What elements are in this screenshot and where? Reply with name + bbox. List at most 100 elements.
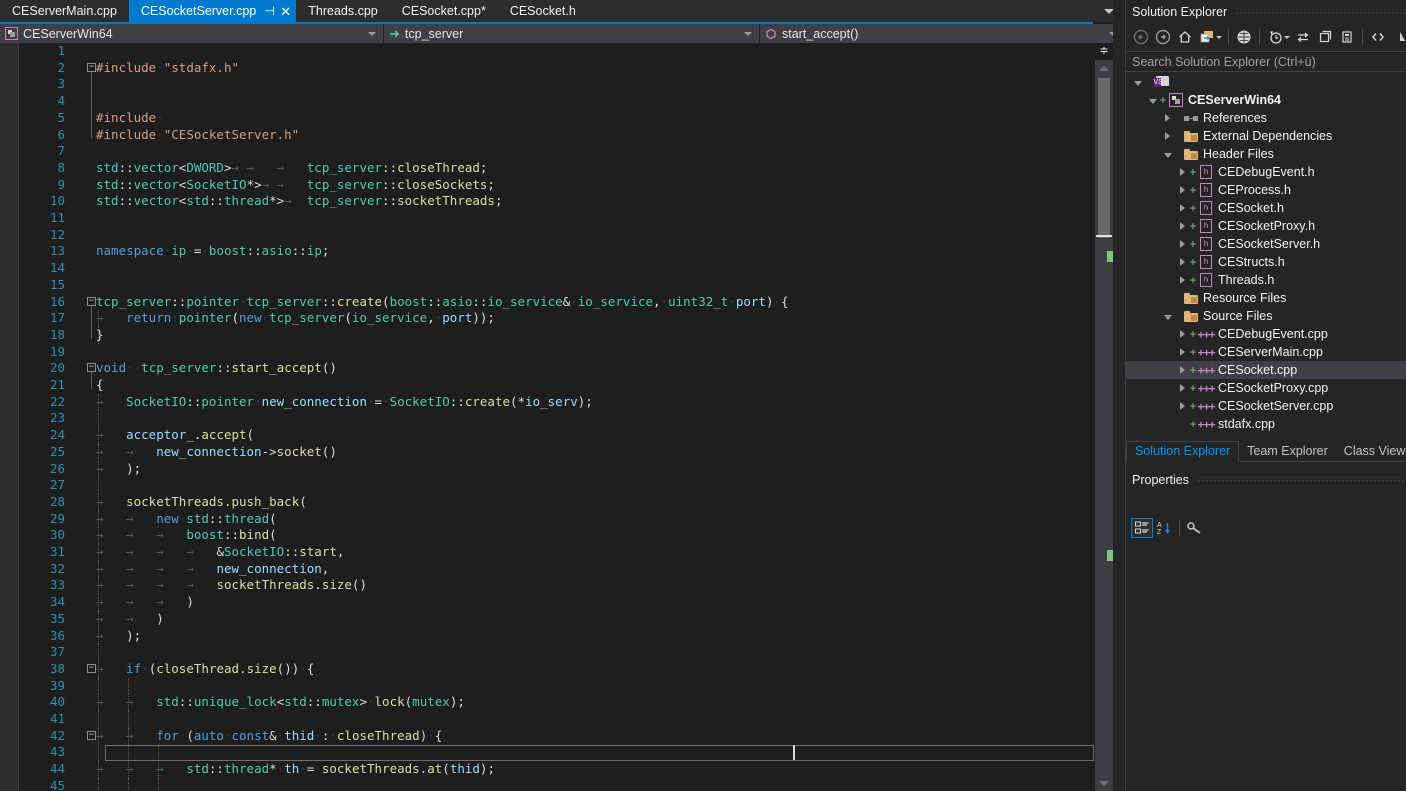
code-line[interactable]: 45 bbox=[23, 778, 1095, 791]
editor-tab[interactable]: Threads.cpp bbox=[296, 0, 389, 22]
properties-window-icon[interactable] bbox=[1336, 26, 1358, 48]
tree-item[interactable]: +hThreads.h bbox=[1126, 271, 1406, 289]
expand-arrow-icon[interactable] bbox=[1177, 204, 1188, 212]
home-icon[interactable] bbox=[1174, 26, 1196, 48]
expand-arrow-icon[interactable] bbox=[1177, 168, 1188, 176]
collapse-region-button[interactable]: − bbox=[87, 63, 96, 72]
code-line[interactable]: 40→ → std::unique_lock<std::mutex>·lock(… bbox=[23, 694, 1095, 711]
navbar-member-dropdown[interactable]: start_accept() bbox=[760, 24, 1125, 43]
code-line[interactable]: 28→ socketThreads.push_back( bbox=[23, 494, 1095, 511]
sync-icon[interactable] bbox=[1292, 26, 1314, 48]
drag-handle-dots[interactable] bbox=[1235, 9, 1406, 15]
view-code-icon[interactable] bbox=[1367, 26, 1389, 48]
code-line[interactable]: 2−#include·"stdafx.h" bbox=[23, 60, 1095, 77]
collapse-all-icon[interactable] bbox=[1314, 26, 1336, 48]
code-line[interactable]: 23 bbox=[23, 410, 1095, 427]
tree-item[interactable]: ++++stdafx.cpp bbox=[1126, 415, 1406, 433]
property-pages-icon[interactable] bbox=[1184, 518, 1206, 538]
code-line[interactable]: 1 bbox=[23, 43, 1095, 60]
code-line[interactable]: 16−tcp_server::pointer·tcp_server::creat… bbox=[23, 294, 1095, 311]
code-line[interactable]: 35→ → ) bbox=[23, 611, 1095, 628]
dock-tab[interactable]: Team Explorer bbox=[1239, 442, 1336, 461]
properties-grid[interactable] bbox=[1126, 543, 1406, 791]
solution-explorer-search[interactable] bbox=[1126, 51, 1406, 72]
expand-arrow-icon[interactable] bbox=[1177, 222, 1188, 230]
tree-item[interactable]: ++++CEServerMain.cpp bbox=[1126, 343, 1406, 361]
tree-item[interactable]: +hCESocketProxy.h bbox=[1126, 217, 1406, 235]
scroll-up-button[interactable] bbox=[1095, 60, 1113, 76]
search-input[interactable] bbox=[1126, 52, 1406, 71]
tree-item[interactable]: VS bbox=[1126, 73, 1406, 91]
history-icon[interactable] bbox=[1264, 26, 1286, 48]
expand-arrow-icon[interactable] bbox=[1177, 330, 1188, 338]
code-line[interactable]: 29→ → new·std::thread( bbox=[23, 511, 1095, 528]
show-all-files-icon[interactable] bbox=[1233, 26, 1255, 48]
code-line[interactable]: 11 bbox=[23, 210, 1095, 227]
code-line[interactable]: 21{ bbox=[23, 377, 1095, 394]
code-line[interactable]: 27 bbox=[23, 477, 1095, 494]
expand-arrow-icon[interactable] bbox=[1162, 132, 1173, 140]
code-line[interactable]: 22→ SocketIO::pointer·new_connection·=·S… bbox=[23, 394, 1095, 411]
pin-icon[interactable]: ⊣ bbox=[263, 4, 276, 18]
expand-arrow-open-icon[interactable] bbox=[1162, 151, 1173, 158]
expand-arrow-open-icon[interactable] bbox=[1147, 97, 1158, 104]
code-line[interactable]: 41 bbox=[23, 711, 1095, 728]
code-line[interactable]: 42−→ → for·(auto·const&·thid·:·closeThre… bbox=[23, 728, 1095, 745]
expand-arrow-open-icon[interactable] bbox=[1162, 313, 1173, 320]
code-line[interactable]: 31→ → → → &SocketIO::start, bbox=[23, 544, 1095, 561]
tree-item[interactable]: ++++CEDebugEvent.cpp bbox=[1126, 325, 1406, 343]
categorized-icon[interactable] bbox=[1131, 518, 1153, 538]
editor-tab[interactable]: CESocket.cpp* bbox=[390, 0, 498, 22]
code-line[interactable]: 37 bbox=[23, 644, 1095, 661]
editor-tab[interactable]: CESocket.h bbox=[498, 0, 588, 22]
expand-arrow-icon[interactable] bbox=[1177, 384, 1188, 392]
code-line[interactable]: 25→ → new_connection->socket() bbox=[23, 444, 1095, 461]
code-line[interactable]: 5#include· bbox=[23, 110, 1095, 127]
code-line[interactable]: 44→ → → std::thread*·th·=·socketThreads.… bbox=[23, 761, 1095, 778]
expand-arrow-icon[interactable] bbox=[1177, 348, 1188, 356]
tree-item[interactable]: +hCESocketServer.h bbox=[1126, 235, 1406, 253]
tree-item[interactable]: Source Files bbox=[1126, 307, 1406, 325]
tree-item[interactable]: References bbox=[1126, 109, 1406, 127]
breakpoint-margin[interactable] bbox=[0, 43, 19, 791]
expand-arrow-icon[interactable] bbox=[1177, 186, 1188, 194]
code-line[interactable]: 12 bbox=[23, 227, 1095, 244]
tree-item[interactable]: ++++CESocketServer.cpp bbox=[1126, 397, 1406, 415]
tree-item[interactable]: ++++CESocket.cpp bbox=[1126, 361, 1406, 379]
code-line[interactable]: 17→ return·pointer(new·tcp_server(io_ser… bbox=[23, 310, 1095, 327]
editor-tab[interactable]: CEServerMain.cpp bbox=[0, 0, 129, 22]
code-line[interactable]: 26→ ); bbox=[23, 461, 1095, 478]
code-line[interactable]: 8std::vector<DWORD>→ → → tcp_server::clo… bbox=[23, 160, 1095, 177]
back-icon[interactable] bbox=[1130, 26, 1152, 48]
code-line[interactable]: 36→ ); bbox=[23, 628, 1095, 645]
editor-tab[interactable]: CESocketServer.cpp⊣✕ bbox=[129, 0, 296, 22]
tree-item[interactable]: +hCEDebugEvent.h bbox=[1126, 163, 1406, 181]
dock-tab[interactable]: Solution Explorer bbox=[1126, 441, 1239, 462]
scrollbar-thumb[interactable] bbox=[1098, 78, 1110, 238]
code-line[interactable]: 6#include·"CESocketServer.h" bbox=[23, 127, 1095, 144]
code-line[interactable]: 13namespace·ip·=·boost::asio::ip; bbox=[23, 243, 1095, 260]
scroll-down-button[interactable] bbox=[1095, 775, 1113, 791]
navbar-project-dropdown[interactable]: CEServerWin64 bbox=[0, 24, 384, 43]
expand-arrow-icon[interactable] bbox=[1177, 240, 1188, 248]
collapse-region-button[interactable]: − bbox=[87, 731, 96, 740]
collapse-region-button[interactable]: − bbox=[87, 664, 96, 673]
alphabetical-sort-icon[interactable]: A Z bbox=[1153, 518, 1175, 538]
code-line[interactable]: 43 bbox=[23, 744, 1095, 761]
split-view-button[interactable]: ≑ bbox=[1095, 43, 1113, 60]
code-line[interactable]: 30→ → → boost::bind( bbox=[23, 527, 1095, 544]
code-line[interactable]: 18} bbox=[23, 327, 1095, 344]
dock-tab[interactable]: Class View bbox=[1336, 442, 1406, 461]
code-line[interactable]: 39 bbox=[23, 678, 1095, 695]
code-line[interactable]: 15 bbox=[23, 277, 1095, 294]
expand-arrow-icon[interactable] bbox=[1177, 276, 1188, 284]
code-text-area[interactable]: 12−#include·"stdafx.h"345#include·6#incl… bbox=[0, 43, 1095, 791]
code-line[interactable]: 7 bbox=[23, 143, 1095, 160]
code-line[interactable]: 38−→ if·(closeThread.size())·{ bbox=[23, 661, 1095, 678]
expand-arrow-open-icon[interactable] bbox=[1132, 79, 1143, 86]
code-line[interactable]: 33→ → → → socketThreads.size() bbox=[23, 577, 1095, 594]
chevron-down-icon-2[interactable] bbox=[1284, 36, 1290, 39]
close-icon[interactable]: ✕ bbox=[279, 4, 292, 18]
expand-arrow-icon[interactable] bbox=[1177, 402, 1188, 410]
tree-item[interactable]: +hCEStructs.h bbox=[1126, 253, 1406, 271]
